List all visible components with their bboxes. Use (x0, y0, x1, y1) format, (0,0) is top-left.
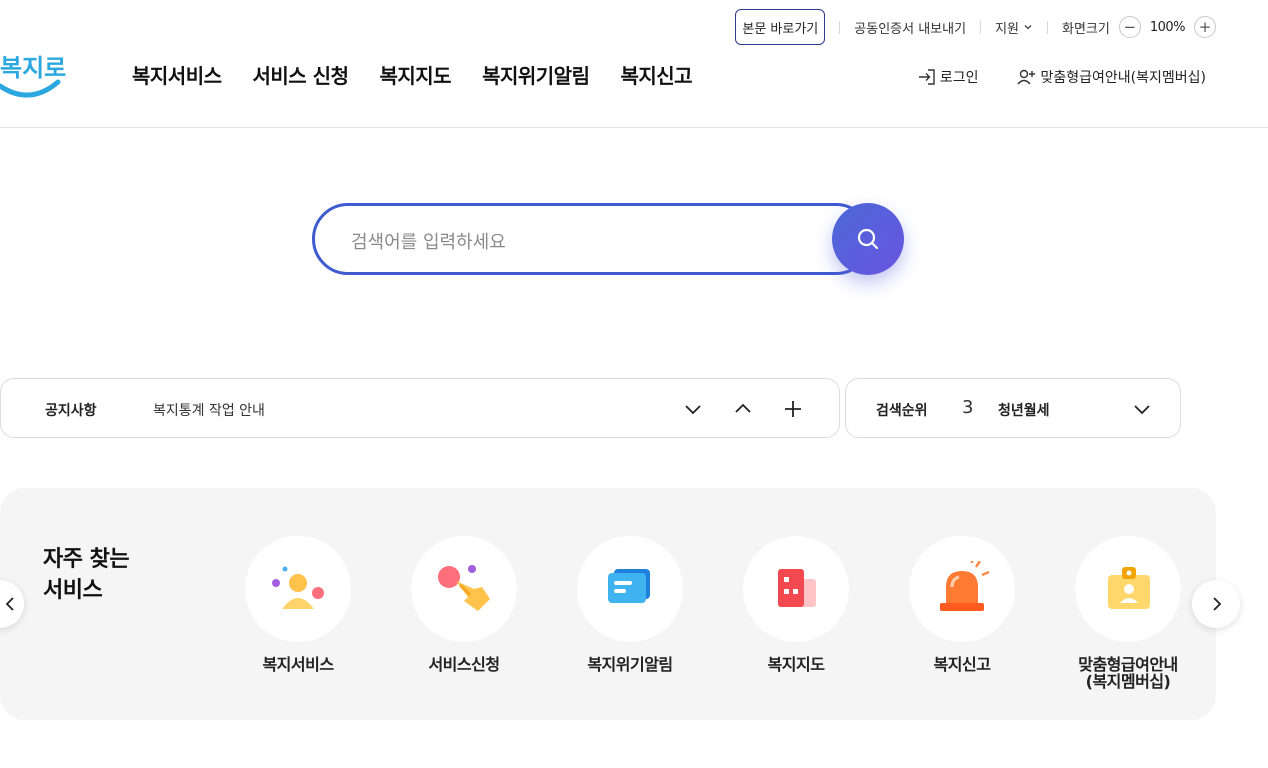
add-user-icon (1016, 69, 1035, 85)
service-label: 복지서비스 (262, 655, 334, 674)
zoom-out-button[interactable]: − (1118, 16, 1141, 38)
chevron-up-icon (735, 403, 751, 413)
chevron-down-icon (1134, 405, 1150, 415)
frequent-services: 자주 찾는 서비스 복지서비스 서비스신청 복지위기알림 복지지도 복지신고 맞… (0, 488, 1216, 720)
service-label: 서비스신청 (428, 655, 500, 674)
siren-icon (909, 536, 1015, 642)
support-label: 지원 (995, 21, 1019, 37)
membership-label: 맞춤형급여안내(복지멤버십) (1040, 70, 1206, 86)
divider (839, 20, 841, 34)
header-divider (0, 127, 1268, 128)
id-card-icon (1075, 536, 1181, 642)
skip-to-content-link[interactable]: 본문 바로가기 (735, 9, 826, 45)
service-item-welfare-map[interactable]: 복지지도 (726, 536, 866, 673)
person-icon (245, 536, 351, 642)
chevron-right-icon (1213, 597, 1222, 611)
search-bar (312, 203, 904, 275)
logo-text: 복지로 (0, 54, 66, 82)
service-label: 복지신고 (933, 655, 991, 674)
carousel-next-button[interactable] (1192, 580, 1240, 628)
notice-prev-button[interactable] (731, 397, 755, 421)
ranking-expand-button[interactable] (1130, 397, 1154, 421)
frequent-services-title: 자주 찾는 서비스 (43, 547, 130, 603)
service-label: 맞춤형급여안내 (복지멤버십) (1078, 655, 1178, 691)
search-button[interactable] (832, 203, 904, 275)
chevron-down-icon (1024, 25, 1032, 30)
login-icon (918, 69, 935, 85)
login-link[interactable]: 로그인 (918, 67, 979, 87)
message-icon (577, 536, 683, 642)
main-nav: 복지서비스 서비스 신청 복지지도 복지위기알림 복지신고 (132, 60, 693, 89)
search-ranking: 검색순위 3 청년월세 (845, 378, 1181, 438)
zoom-control: 화면크기 − 100% + (1062, 16, 1216, 38)
ranking-label: 검색순위 (876, 403, 928, 419)
nav-item-welfare-report[interactable]: 복지신고 (620, 60, 692, 89)
login-label: 로그인 (939, 70, 979, 86)
notice-text-link[interactable]: 복지통계 작업 안내 (153, 400, 265, 420)
member-links: 로그인 맞춤형급여안내(복지멤버십) (918, 67, 1206, 87)
support-dropdown[interactable]: 지원 (995, 18, 1033, 37)
plus-icon (785, 401, 801, 417)
service-item-crisis-alert[interactable]: 복지위기알림 (560, 536, 700, 673)
service-label: 복지위기알림 (587, 655, 673, 674)
search-box (312, 203, 872, 275)
utility-bar: 본문 바로가기 공동인증서 내보내기 지원 화면크기 − 100% + (735, 9, 1216, 45)
building-icon (743, 536, 849, 642)
chevron-down-icon (685, 405, 701, 415)
chevron-left-icon (5, 597, 14, 611)
notice-more-button[interactable] (781, 397, 805, 421)
service-item-welfare-report[interactable]: 복지신고 (892, 536, 1032, 673)
notice-bar: 공지사항 복지통계 작업 안내 (0, 378, 840, 438)
cert-export-link[interactable]: 공동인증서 내보내기 (854, 18, 966, 37)
notice-label: 공지사항 (45, 403, 97, 419)
divider (980, 20, 982, 34)
ranking-term-link[interactable]: 청년월세 (998, 400, 1050, 420)
screen-size-label: 화면크기 (1061, 21, 1110, 37)
notice-next-button[interactable] (681, 397, 705, 421)
service-label: 복지지도 (767, 655, 825, 674)
hand-pointer-icon (411, 536, 517, 642)
divider (1046, 20, 1048, 34)
service-item-welfare[interactable]: 복지서비스 (228, 536, 368, 673)
ranking-number: 3 (962, 397, 974, 418)
search-icon (857, 228, 879, 250)
zoom-in-button[interactable]: + (1194, 16, 1216, 38)
nav-item-service-apply[interactable]: 서비스 신청 (253, 60, 349, 89)
zoom-value: 100% (1149, 19, 1186, 35)
service-item-membership[interactable]: 맞춤형급여안내 (복지멤버십) (1058, 536, 1198, 690)
search-input[interactable] (351, 228, 821, 256)
nav-item-welfare-service[interactable]: 복지서비스 (132, 60, 222, 89)
service-item-apply[interactable]: 서비스신청 (394, 536, 534, 673)
membership-link[interactable]: 맞춤형급여안내(복지멤버십) (1016, 67, 1206, 87)
logo-mark: 복지로 (0, 54, 66, 98)
site-logo[interactable]: 복지로 (0, 46, 66, 102)
nav-item-crisis-alert[interactable]: 복지위기알림 (482, 60, 590, 89)
nav-item-welfare-map[interactable]: 복지지도 (379, 60, 451, 89)
